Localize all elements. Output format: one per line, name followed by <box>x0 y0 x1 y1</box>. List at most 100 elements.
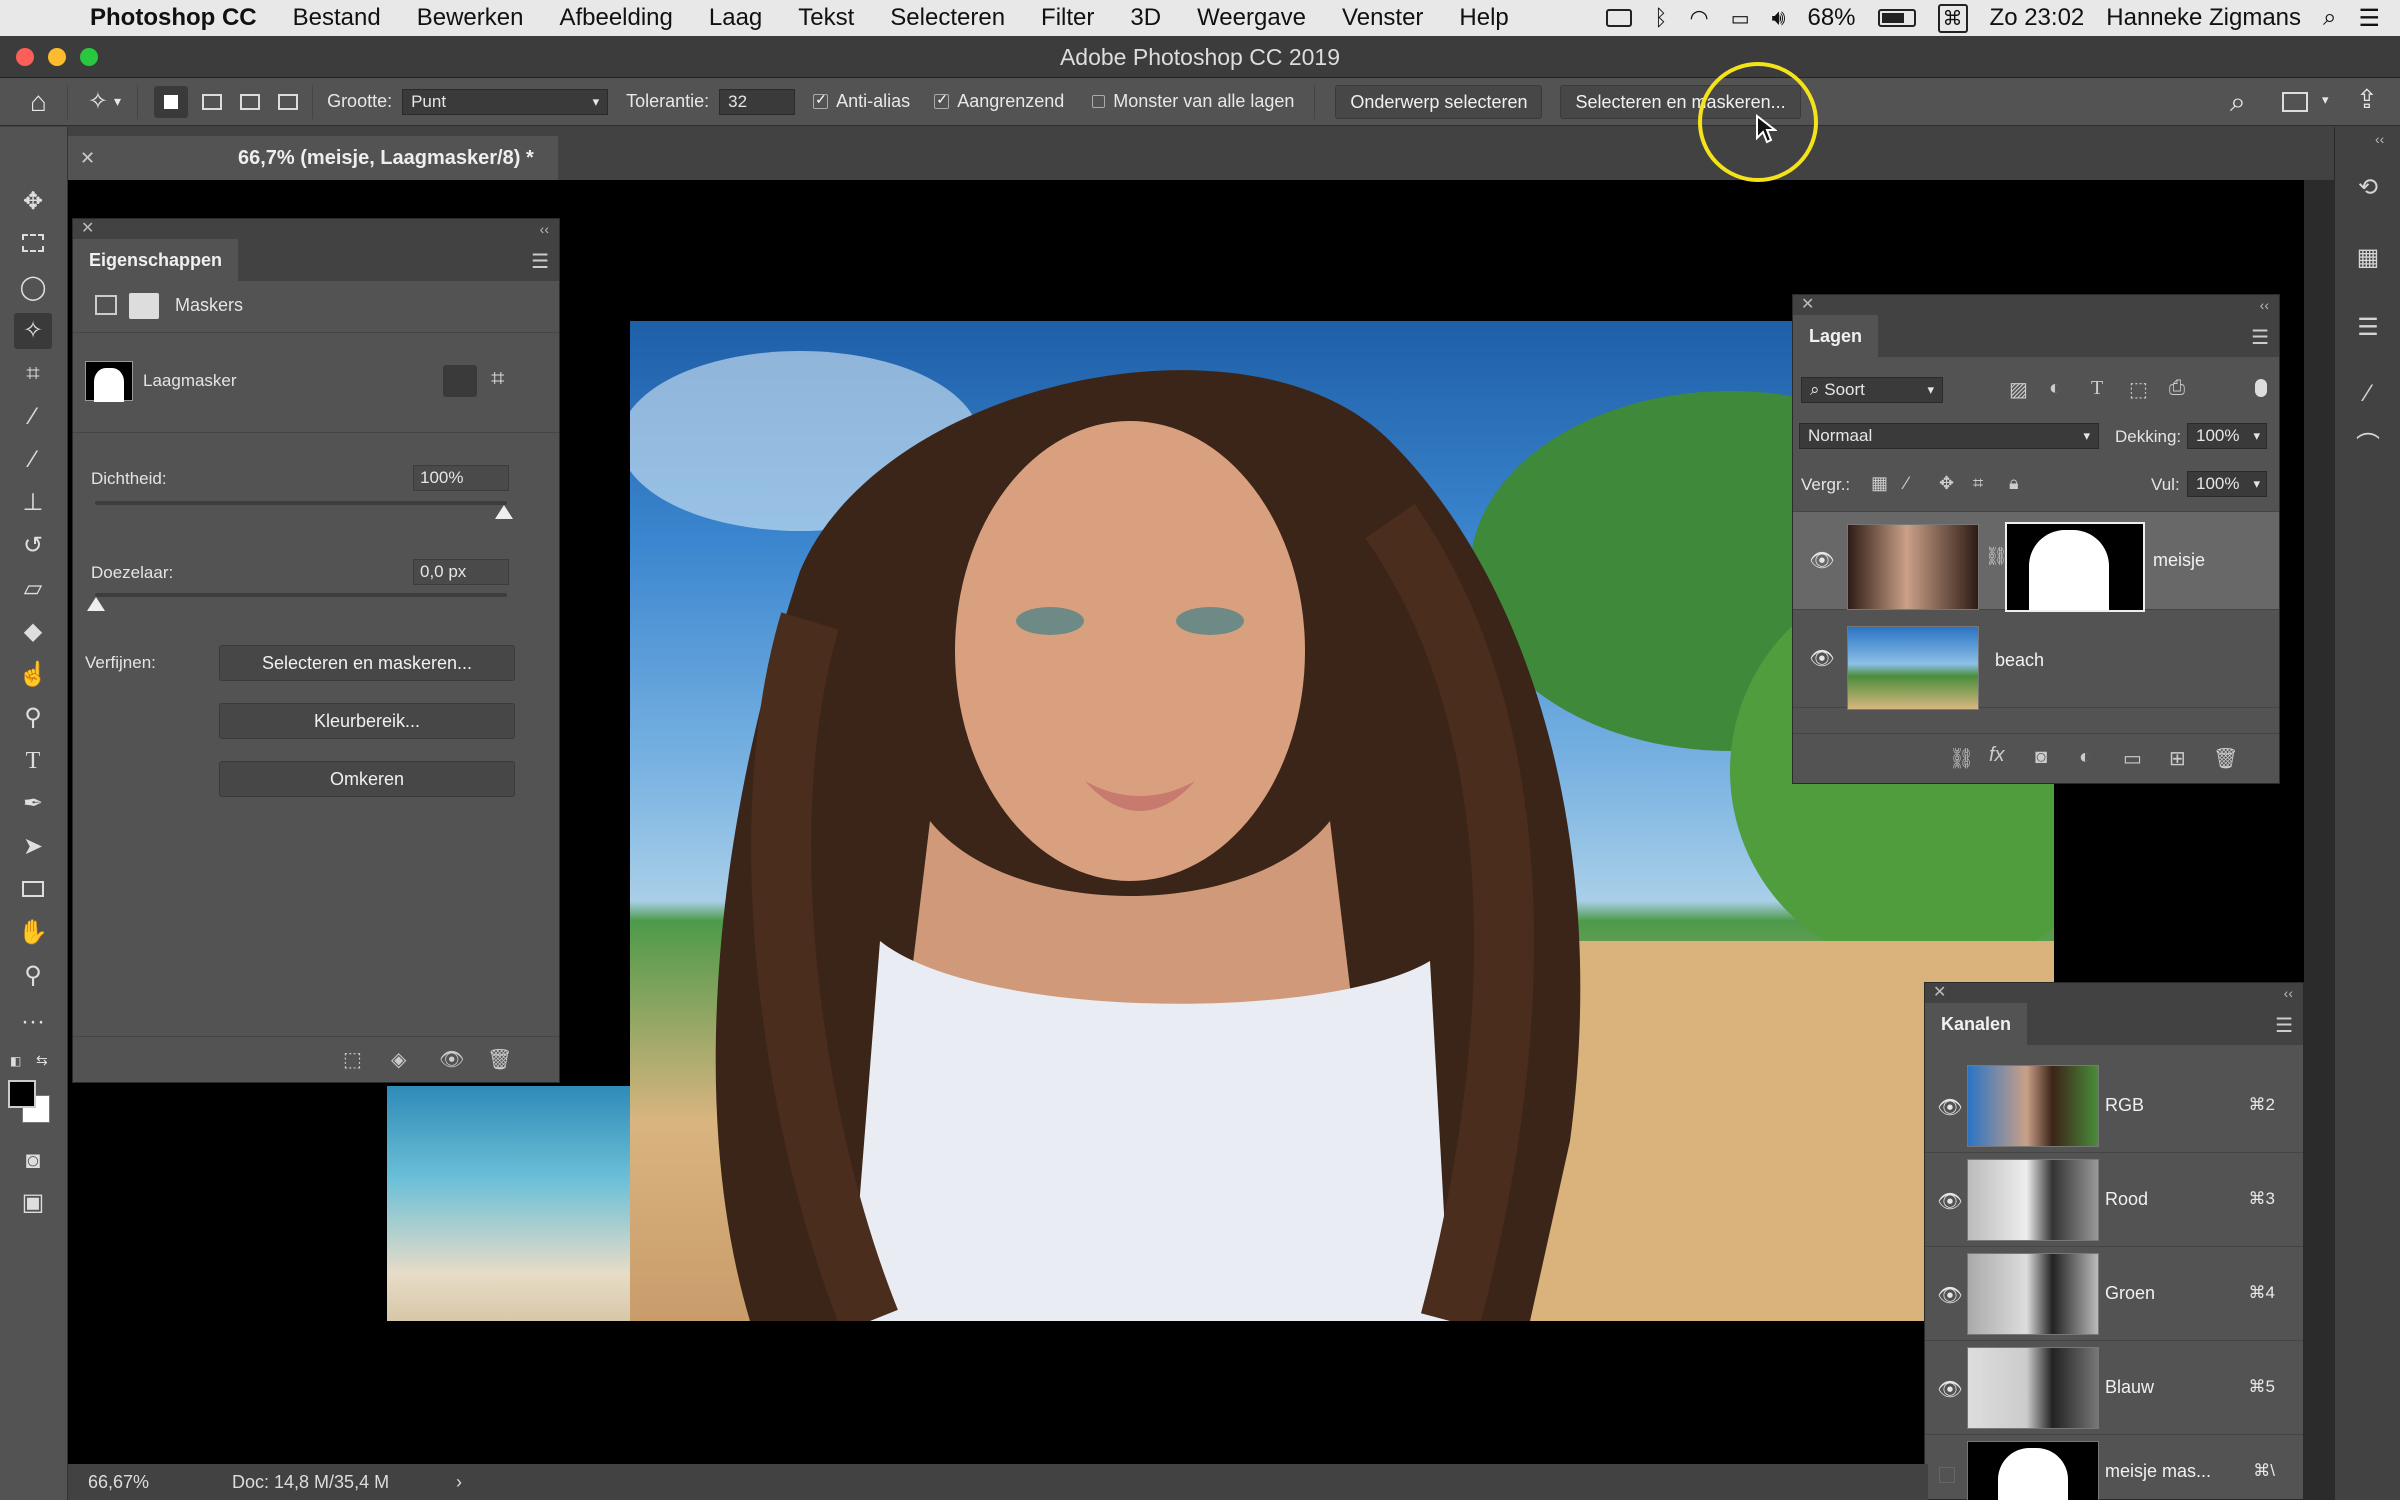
eraser-tool-icon[interactable]: ▱ <box>14 571 52 607</box>
chevron-down-icon[interactable]: ▾ <box>114 93 121 110</box>
collapse-dock-icon[interactable]: ‹‹ <box>2375 131 2384 147</box>
density-input[interactable]: 100% <box>413 465 509 491</box>
contiguous-checkbox[interactable]: Aangrenzend <box>934 91 1064 112</box>
new-layer-icon[interactable]: ⊞ <box>2169 746 2186 771</box>
share-icon[interactable]: ⇪ <box>2356 84 2378 115</box>
channel-row-rood[interactable]: 👁︎ Rood ⌘3 <box>1925 1155 2303 1247</box>
layer-style-icon[interactable]: fx <box>1989 744 2005 767</box>
wifi-icon[interactable]: ◠ <box>1690 5 1709 31</box>
crop-tool-icon[interactable]: ⌗ <box>14 356 52 392</box>
collapse-panel-icon[interactable]: ‹‹ <box>2260 295 2269 315</box>
add-to-selection-icon[interactable] <box>202 93 223 110</box>
lock-all-icon[interactable]: 🔒︎ <box>2009 473 2019 494</box>
add-mask-icon[interactable]: ◙ <box>2035 746 2047 769</box>
airplay-icon[interactable]: ▭ <box>1731 6 1750 31</box>
magic-wand-preset-icon[interactable]: ✧ <box>88 87 108 116</box>
select-subject-button[interactable]: Onderwerp selecteren <box>1335 84 1543 119</box>
menu-selecteren[interactable]: Selecteren <box>890 4 1005 32</box>
magic-wand-tool-icon[interactable]: ✧ <box>14 313 52 349</box>
app-menu[interactable]: Photoshop CC <box>90 4 257 32</box>
collapse-panel-icon[interactable]: ‹‹ <box>540 219 549 239</box>
smart-object-filter-icon[interactable]: ⎙ <box>2169 377 2185 400</box>
delete-layer-icon[interactable]: 🗑︎ <box>2213 746 2238 771</box>
close-panel-icon[interactable]: ✕ <box>81 219 94 239</box>
workspace-icon[interactable] <box>2282 92 2308 112</box>
menu-3d[interactable]: 3D <box>1130 4 1161 32</box>
dodge-tool-icon[interactable]: ⚲ <box>14 700 52 736</box>
layer-name-beach[interactable]: beach <box>1995 650 2044 671</box>
new-selection-icon[interactable] <box>154 85 189 118</box>
document-tab[interactable]: ✕ 66,7% (meisje, Laagmasker/8) * <box>68 136 558 180</box>
apply-mask-footer-icon[interactable]: ◈ <box>391 1047 406 1072</box>
home-icon[interactable]: ⌂ <box>30 86 47 118</box>
apply-mask-icon[interactable]: ⌗ <box>491 365 505 393</box>
tab-kanalen[interactable]: Kanalen <box>1925 1003 2028 1045</box>
density-slider-track[interactable] <box>95 501 507 505</box>
menu-afbeelding[interactable]: Afbeelding <box>559 4 672 32</box>
fill-input[interactable]: 100% ▾ <box>2187 471 2267 497</box>
antialias-checkbox[interactable]: Anti-alias <box>813 91 910 112</box>
channel-row-rgb[interactable]: 👁︎ RGB ⌘2 <box>1925 1061 2303 1153</box>
close-panel-icon[interactable]: ✕ <box>1933 983 1946 1003</box>
minimize-window-button[interactable] <box>48 48 66 66</box>
tab-lagen[interactable]: Lagen <box>1793 315 1879 357</box>
layer-filter-dropdown[interactable]: ⌕ Soort ▾ <box>1801 377 1943 403</box>
zoom-window-button[interactable] <box>80 48 98 66</box>
edit-toolbar-icon[interactable]: ··· <box>14 1004 52 1040</box>
new-group-icon[interactable]: ▭ <box>2123 746 2142 771</box>
pen-tool-icon[interactable]: ✒ <box>14 786 52 822</box>
close-panel-icon[interactable]: ✕ <box>1801 295 1814 315</box>
marquee-tool-icon[interactable] <box>14 227 52 263</box>
type-layer-filter-icon[interactable]: T <box>2091 377 2103 400</box>
lock-image-icon[interactable]: ∕ <box>1905 473 1908 494</box>
channel-row-blauw[interactable]: 👁︎ Blauw ⌘5 <box>1925 1343 2303 1435</box>
swap-colors-icon[interactable]: ⇆ <box>36 1052 48 1069</box>
link-layers-icon[interactable]: ⛓︎ <box>1949 746 1974 771</box>
clock[interactable]: Zo 23:02 <box>1990 4 2085 32</box>
spotlight-search-icon[interactable]: ⌕ <box>2323 4 2336 32</box>
stamp-tool-icon[interactable]: ⊥ <box>14 485 52 521</box>
screen-sharing-icon[interactable] <box>1606 9 1633 27</box>
layer-row-meisje[interactable]: 👁︎ ⛓︎ meisje <box>1793 512 2279 612</box>
layer-name-meisje[interactable]: meisje <box>2153 550 2205 571</box>
tab-eigenschappen[interactable]: Eigenschappen <box>73 239 239 281</box>
visibility-toggle-empty[interactable] <box>1939 1467 1955 1483</box>
swatches-panel-icon[interactable]: ▦ <box>2349 239 2387 277</box>
channel-row-mask[interactable]: meisje mas... ⌘\ <box>1925 1437 2303 1500</box>
color-range-button[interactable]: Kleurbereik... <box>219 703 515 739</box>
disable-mask-icon[interactable] <box>443 365 477 397</box>
brush-tool-icon[interactable]: ∕ <box>14 442 52 478</box>
opacity-input[interactable]: 100% ▾ <box>2187 423 2267 449</box>
select-and-mask-panel-button[interactable]: Selecteren en maskeren... <box>219 645 515 681</box>
panel-menu-icon[interactable]: ☰ <box>2275 1013 2293 1038</box>
foreground-color-swatch[interactable] <box>8 1080 36 1108</box>
toggle-mask-visibility-icon[interactable]: 👁︎ <box>439 1047 464 1072</box>
notification-center-icon[interactable]: ☰ <box>2358 4 2380 33</box>
subtract-from-selection-icon[interactable] <box>240 93 261 110</box>
zoom-tool-icon[interactable]: ⚲ <box>14 958 52 994</box>
delete-mask-icon[interactable]: 🗑︎ <box>487 1047 512 1072</box>
pixel-mask-icon[interactable] <box>95 295 117 315</box>
screen-mode-icon[interactable]: ▣ <box>14 1185 52 1221</box>
chevron-down-icon[interactable]: ▾ <box>2322 92 2329 108</box>
blend-mode-dropdown[interactable]: Normaal ▾ <box>1799 423 2099 449</box>
rectangle-tool-icon[interactable] <box>14 872 52 908</box>
shape-layer-filter-icon[interactable]: ⬚ <box>2129 377 2148 402</box>
history-panel-icon[interactable]: ⟲ <box>2349 169 2387 207</box>
menu-weergave[interactable]: Weergave <box>1197 4 1306 32</box>
paint-bucket-tool-icon[interactable]: ◆ <box>14 614 52 650</box>
eyedropper-tool-icon[interactable]: ⁄ <box>14 399 52 435</box>
visibility-eye-icon[interactable]: 👁︎ <box>1809 649 1835 669</box>
intersect-selection-icon[interactable] <box>278 93 299 110</box>
history-brush-tool-icon[interactable]: ↺ <box>14 528 52 564</box>
collapse-panel-icon[interactable]: ‹‹ <box>2284 983 2293 1003</box>
menu-laag[interactable]: Laag <box>709 4 762 32</box>
menu-bestand[interactable]: Bestand <box>293 4 381 32</box>
channel-row-groen[interactable]: 👁︎ Groen ⌘4 <box>1925 1249 2303 1341</box>
feather-slider-track[interactable] <box>95 593 507 597</box>
search-icon[interactable]: ⌕ <box>2230 86 2246 119</box>
menu-venster[interactable]: Venster <box>1342 4 1423 32</box>
smudge-tool-icon[interactable]: ☝ <box>14 657 52 693</box>
close-tab-icon[interactable]: ✕ <box>80 136 95 180</box>
volume-icon[interactable]: 🔊︎ <box>1772 5 1786 31</box>
